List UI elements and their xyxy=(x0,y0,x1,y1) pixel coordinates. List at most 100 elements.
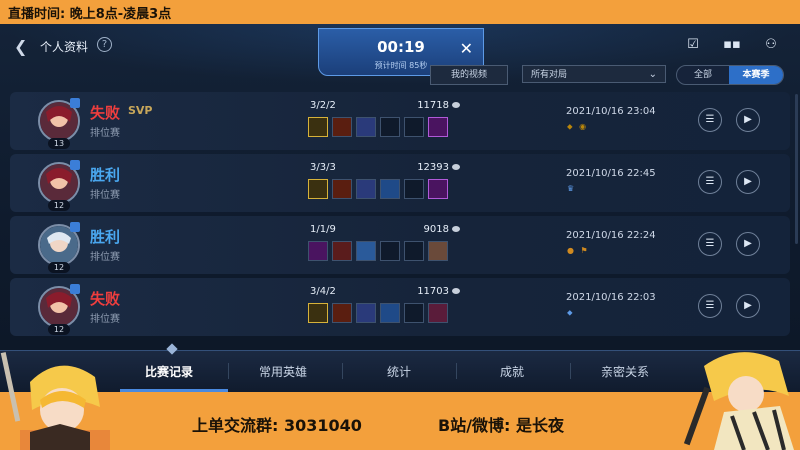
timer-value: 00:19 xyxy=(377,38,425,56)
item-slot xyxy=(332,179,352,199)
divider xyxy=(570,363,571,379)
tab-relationships[interactable]: 亲密关系 xyxy=(601,363,649,380)
divider xyxy=(228,363,229,379)
match-result: 失败 xyxy=(90,104,121,122)
match-filter-select[interactable]: 所有对局 ⌄ xyxy=(522,65,666,83)
stream-bottom-banner: 上单交流群: 3031040 B站/微博: 是长夜 xyxy=(0,392,800,450)
stream-schedule: 直播时间: 晚上8点-凌晨3点 xyxy=(8,7,172,22)
hero-level: 13 xyxy=(48,138,70,149)
chat-icon[interactable]: ▪▪ xyxy=(723,37,741,53)
item-slot xyxy=(308,303,328,323)
gold-coin-icon xyxy=(452,226,460,232)
match-mode: 排位赛 xyxy=(90,314,120,325)
match-result: 胜利 xyxy=(90,228,121,246)
list-detail-icon[interactable]: ☰ xyxy=(698,294,722,318)
item-slot xyxy=(404,303,424,323)
list-detail-icon[interactable]: ☰ xyxy=(698,170,722,194)
match-tags: ⬥ ◉ xyxy=(567,122,589,131)
rank-badge xyxy=(70,160,80,170)
svp-badge: SVP xyxy=(128,104,153,117)
hero-level: 12 xyxy=(48,324,70,335)
item-slot xyxy=(356,241,376,261)
close-icon[interactable]: ✕ xyxy=(460,39,473,58)
stream-top-banner: 直播时间: 晚上8点-凌晨3点 xyxy=(0,0,800,24)
my-video-button[interactable]: 我的视频 xyxy=(430,65,508,85)
item-slot xyxy=(380,303,400,323)
item-slot xyxy=(428,179,448,199)
toggle-this-season[interactable]: 本赛季 xyxy=(729,66,783,84)
list-detail-icon[interactable]: ☰ xyxy=(698,232,722,256)
tab-match-history[interactable]: 比赛记录 xyxy=(145,363,193,380)
kda: 1/1/9 xyxy=(310,224,336,235)
replay-icon[interactable]: ▶ xyxy=(736,108,760,132)
match-mode: 排位赛 xyxy=(90,252,120,263)
tab-statistics[interactable]: 统计 xyxy=(387,363,411,380)
divider xyxy=(342,363,343,379)
match-date: 2021/10/16 22:24 xyxy=(566,230,656,241)
match-row[interactable]: 12 胜利 排位赛 3/3/3 12393 2021/10/16 22:45 ♛… xyxy=(10,154,790,212)
question-circle-icon[interactable]: ? xyxy=(97,37,112,52)
gold: 9018 xyxy=(423,224,449,235)
item-slot xyxy=(356,179,376,199)
item-slot xyxy=(380,241,400,261)
rank-badge xyxy=(70,98,80,108)
kda: 3/4/2 xyxy=(310,286,336,297)
gold: 11718 xyxy=(417,100,449,111)
chevron-left-icon[interactable]: ❮ xyxy=(14,37,27,56)
gold-coin-icon xyxy=(452,164,460,170)
gold: 12393 xyxy=(417,162,449,173)
kda: 3/2/2 xyxy=(310,100,336,111)
match-mode: 排位赛 xyxy=(90,128,120,139)
anime-character-left-image xyxy=(0,352,110,450)
match-result: 胜利 xyxy=(90,166,121,184)
checklist-icon[interactable]: ☑ xyxy=(684,37,702,53)
rank-badge xyxy=(70,284,80,294)
scrollbar[interactable] xyxy=(795,94,798,244)
page-title: 个人资料 xyxy=(40,40,89,54)
anime-character-right-image xyxy=(684,352,794,450)
item-slot xyxy=(356,303,376,323)
game-profile-screen: ❮ 个人资料 ? 00:19 预计时间 85秒 ✕ 我的视频 所有对局 ⌄ 全部… xyxy=(0,24,800,350)
replay-icon[interactable]: ▶ xyxy=(736,294,760,318)
item-slot xyxy=(404,179,424,199)
match-date: 2021/10/16 23:04 xyxy=(566,106,656,117)
item-slot xyxy=(308,241,328,261)
gold-coin-icon xyxy=(452,288,460,294)
rank-badge xyxy=(70,222,80,232)
match-tags: ♛ xyxy=(567,184,577,193)
replay-icon[interactable]: ▶ xyxy=(736,232,760,256)
item-slot xyxy=(428,241,448,261)
replay-icon[interactable]: ▶ xyxy=(736,170,760,194)
divider xyxy=(456,363,457,379)
match-tags: ⬥ xyxy=(567,308,575,317)
tab-achievements[interactable]: 成就 xyxy=(500,363,524,380)
item-slot xyxy=(308,179,328,199)
item-slot xyxy=(404,241,424,261)
toggle-all[interactable]: 全部 xyxy=(677,66,729,84)
gold: 11703 xyxy=(417,286,449,297)
match-date: 2021/10/16 22:45 xyxy=(566,168,656,179)
match-row[interactable]: 13 失败 SVP 排位赛 3/2/2 11718 2021/10/16 23:… xyxy=(10,92,790,150)
list-detail-icon[interactable]: ☰ xyxy=(698,108,722,132)
friends-icon[interactable]: ⚇ xyxy=(762,37,780,53)
match-mode: 排位赛 xyxy=(90,190,120,201)
match-date: 2021/10/16 22:03 xyxy=(566,292,656,303)
filter-value: 所有对局 xyxy=(531,70,568,80)
kda: 3/3/3 xyxy=(310,162,336,173)
group-number: 上单交流群: 3031040 xyxy=(192,416,362,435)
item-slot xyxy=(332,303,352,323)
profile-tab-bar: 比赛记录 常用英雄 统计 成就 亲密关系 xyxy=(0,343,800,393)
item-slot xyxy=(380,117,400,137)
tab-common-heroes[interactable]: 常用英雄 xyxy=(259,363,307,380)
match-result: 失败 xyxy=(90,290,121,308)
item-slot xyxy=(356,117,376,137)
chevron-down-icon: ⌄ xyxy=(648,69,657,80)
match-row[interactable]: 12 失败 排位赛 3/4/2 11703 2021/10/16 22:03 ⬥… xyxy=(10,278,790,336)
item-slot xyxy=(380,179,400,199)
item-slot xyxy=(308,117,328,137)
match-row[interactable]: 12 胜利 排位赛 1/1/9 9018 2021/10/16 22:24 ● … xyxy=(10,216,790,274)
item-slot xyxy=(332,117,352,137)
item-slot xyxy=(428,303,448,323)
item-slot xyxy=(428,117,448,137)
match-tags: ● ⚑ xyxy=(567,246,590,255)
